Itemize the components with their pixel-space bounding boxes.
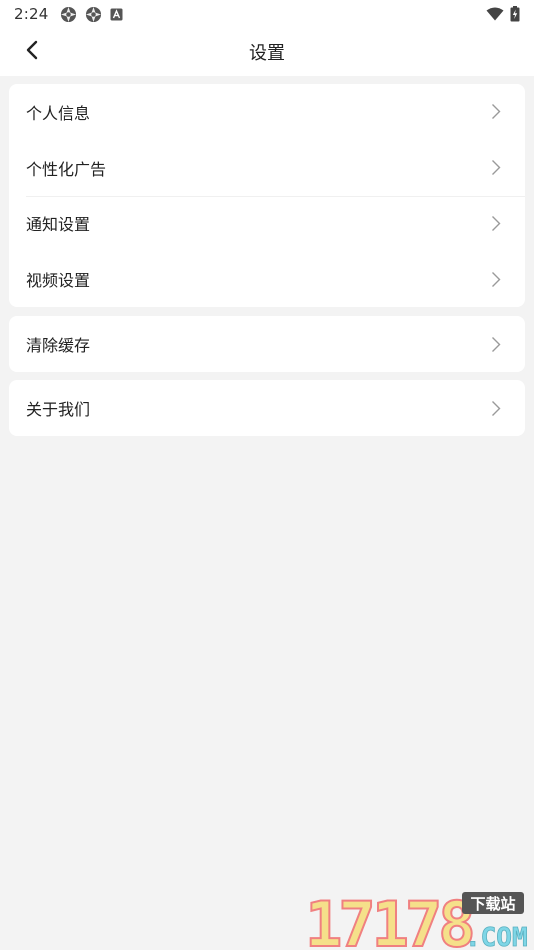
row-personal-info[interactable]: 个人信息 bbox=[9, 84, 525, 140]
chevron-right-icon bbox=[491, 103, 501, 120]
status-icons-right bbox=[486, 6, 520, 22]
aperture-icon bbox=[60, 6, 77, 23]
svg-text:17178: 17178 bbox=[305, 888, 472, 950]
back-button[interactable] bbox=[16, 36, 48, 68]
chevron-right-icon bbox=[491, 159, 501, 176]
row-label: 关于我们 bbox=[26, 400, 91, 419]
row-label: 清除缓存 bbox=[26, 336, 91, 355]
page-title: 设置 bbox=[249, 43, 285, 64]
chevron-right-icon bbox=[491, 215, 501, 232]
row-personalized-ads[interactable]: 个性化广告 bbox=[9, 140, 525, 196]
settings-group-2: 清除缓存 bbox=[9, 316, 525, 372]
row-label: 个性化广告 bbox=[26, 159, 107, 179]
header: 设置 bbox=[0, 28, 534, 76]
chevron-right-icon bbox=[491, 400, 501, 417]
watermark-logo: 17178 下载站 .COM bbox=[304, 887, 530, 950]
row-clear-cache[interactable]: 清除缓存 bbox=[9, 316, 525, 372]
row-label: 个人信息 bbox=[26, 103, 91, 123]
row-notification-settings[interactable]: 通知设置 bbox=[9, 195, 525, 252]
status-icons-left bbox=[60, 6, 123, 23]
aperture-icon bbox=[85, 6, 102, 23]
settings-group-3: 关于我们 bbox=[9, 380, 525, 436]
settings-page: 2:24 设置 个人信息 个性化广告 通知设置 视频设置 清除缓存 关于我们 1… bbox=[0, 0, 534, 950]
battery-charging-icon bbox=[510, 6, 520, 22]
svg-text:下载站: 下载站 bbox=[470, 895, 515, 913]
keyboard-a-icon bbox=[110, 8, 123, 21]
svg-text:.COM: .COM bbox=[465, 923, 528, 950]
row-label: 视频设置 bbox=[26, 271, 91, 291]
row-video-settings[interactable]: 视频设置 bbox=[9, 251, 525, 307]
row-label: 通知设置 bbox=[26, 215, 91, 235]
row-about-us[interactable]: 关于我们 bbox=[9, 380, 525, 436]
status-bar: 2:24 bbox=[0, 0, 534, 28]
wifi-icon bbox=[486, 7, 504, 21]
status-time: 2:24 bbox=[14, 5, 49, 23]
divider bbox=[26, 195, 525, 197]
chevron-right-icon bbox=[491, 271, 501, 288]
chevron-right-icon bbox=[491, 336, 501, 353]
settings-group-1: 个人信息 个性化广告 通知设置 视频设置 bbox=[9, 84, 525, 307]
chevron-left-icon bbox=[25, 40, 39, 64]
